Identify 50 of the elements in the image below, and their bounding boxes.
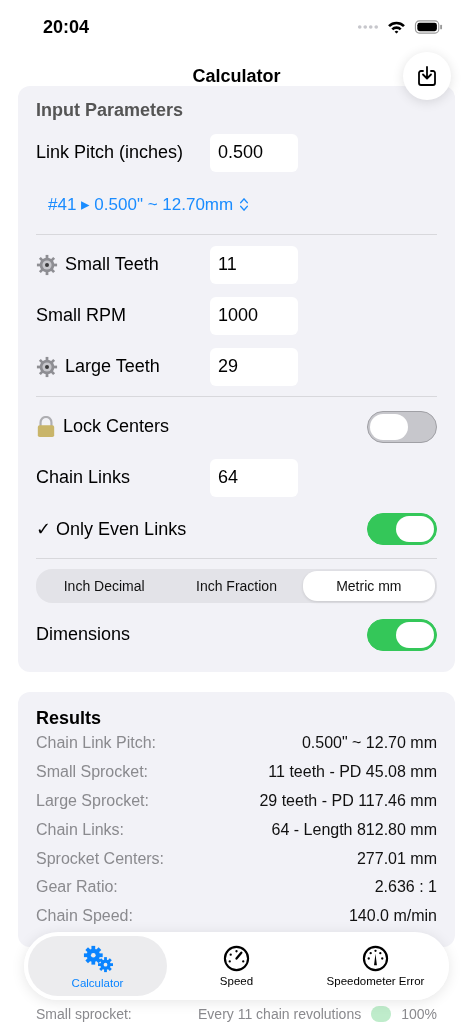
result-value: 11 teeth - PD 45.08 mm <box>268 763 437 782</box>
result-value: 277.01 mm <box>356 849 437 868</box>
percent-text: 100% <box>401 1006 437 1022</box>
result-label: Chain Link Pitch: <box>36 734 157 753</box>
field-label: Chain Links <box>36 467 131 488</box>
segment-tab[interactable]: Inch Fraction <box>170 571 303 601</box>
result-label: Sprocket Centers: <box>36 849 165 868</box>
toggle-label: Dimensions <box>36 624 131 645</box>
segment-tab[interactable]: Inch Decimal <box>38 571 171 601</box>
download-icon <box>415 64 439 88</box>
toggle-switch[interactable] <box>367 512 437 545</box>
input-field[interactable]: 64 <box>210 458 298 497</box>
toggle-switch[interactable] <box>367 410 437 443</box>
field-label: Link Pitch (inches) <box>36 142 184 163</box>
result-label: Chain Speed: <box>36 907 133 926</box>
battery-icon <box>414 20 443 34</box>
result-value: Every 11 chain revolutions <box>198 1006 362 1022</box>
signal-icon <box>357 24 379 30</box>
result-value: 140.0 m/min <box>348 907 437 926</box>
export-button[interactable] <box>403 52 451 100</box>
chevron-updown-icon <box>239 196 250 212</box>
result-label: Large Sprocket: <box>36 792 149 810</box>
section-title: Input Parameters <box>36 99 185 122</box>
result-value: 64 - Length 812.80 mm <box>271 820 437 839</box>
wifi-icon <box>387 20 406 34</box>
result-value: 2.636 : 1 <box>374 878 437 897</box>
toggle-label: ✓ Only Even Links <box>36 517 187 540</box>
input-field[interactable]: 29 <box>210 347 298 386</box>
toggle-switch[interactable] <box>367 618 437 651</box>
status-time: 20:04 <box>43 16 90 38</box>
input-field[interactable]: 11 <box>210 245 298 284</box>
field-label: Small RPM <box>36 305 126 326</box>
gauge-icon <box>362 945 389 972</box>
tab-item[interactable]: Speed <box>167 936 306 996</box>
field-label: Large Teeth <box>65 356 160 377</box>
result-label: Chain Links: <box>36 820 125 839</box>
input-field[interactable]: 0.500 <box>210 133 298 172</box>
result-value: 29 teeth - PD 117.46 mm <box>259 792 437 810</box>
result-label: Small sprocket: <box>36 1006 132 1022</box>
segment-tab[interactable]: Metric mm <box>302 571 435 601</box>
input-field[interactable]: 1000 <box>210 296 298 335</box>
screen-title: Calculator <box>192 65 281 87</box>
result-value: 0.500" ~ 12.70 mm <box>301 734 437 753</box>
section-title: Results <box>36 708 103 729</box>
toggle-label: Lock Centers <box>63 416 170 437</box>
result-label: Gear Ratio: <box>36 878 118 897</box>
field-label: Small Teeth <box>65 254 159 275</box>
result-label: Small Sprocket: <box>36 763 149 782</box>
tab-item[interactable]: Speedometer Error <box>306 936 445 996</box>
speedometer-icon <box>223 945 250 972</box>
